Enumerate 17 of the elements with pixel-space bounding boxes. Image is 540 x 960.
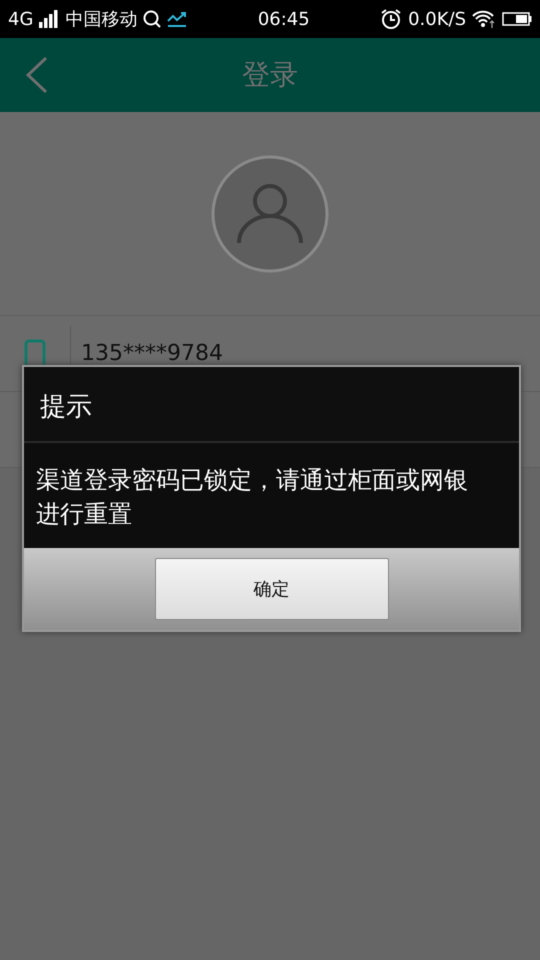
signal-icon [39,10,60,28]
search-icon [143,10,162,28]
wifi-icon [472,9,496,29]
page-title: 登录 [242,57,298,93]
avatar-icon [211,154,329,272]
network-speed: 0.0K/S [408,8,466,30]
network-type: 4G [8,8,34,30]
clock-time: 06:45 [258,8,310,30]
confirm-button[interactable]: 确定 [154,558,388,620]
alarm-icon [380,8,402,30]
dialog-title: 提示 [24,367,519,443]
back-icon[interactable] [26,57,48,93]
chart-icon [167,11,188,27]
phone-field[interactable]: 135****9784 [81,341,223,366]
dialog-message: 渠道登录密码已锁定，请通过柜面或网银进行重置 [24,443,519,548]
carrier-name: 中国移动 [65,8,138,31]
battery-icon [502,12,532,26]
